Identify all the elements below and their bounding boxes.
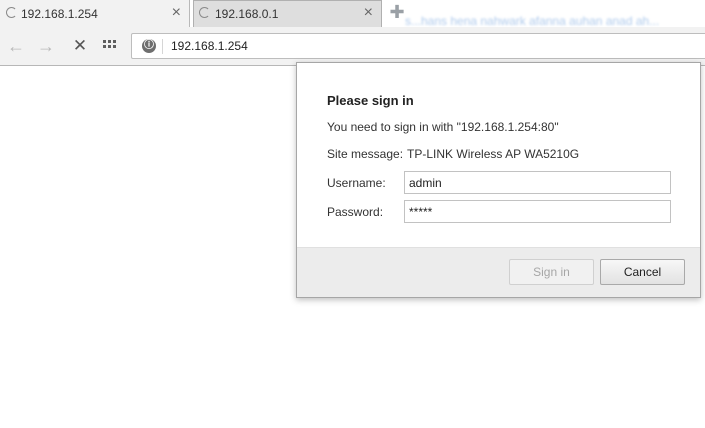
address-bar[interactable]: ⓘ 192.168.1.254: [131, 33, 705, 59]
stop-icon[interactable]: ✕: [71, 37, 89, 55]
sign-in-button[interactable]: Sign in: [509, 259, 594, 285]
tab-close-icon[interactable]: ×: [172, 5, 181, 21]
site-message: Site message: TP-LINK Wireless AP WA5210G: [327, 147, 583, 161]
loading-spinner-icon: [199, 7, 210, 18]
background-blur-text: s...hans hena nahwark afanna auhan anad …: [405, 14, 660, 26]
loading-spinner-icon: [6, 7, 17, 18]
tab-close-icon[interactable]: ×: [364, 5, 373, 21]
omnibox-divider: [162, 39, 163, 54]
tab-strip: 192.168.1.254 × 192.168.0.1 × ✚ s...hans…: [0, 0, 705, 27]
forward-arrow-icon[interactable]: →: [37, 37, 55, 55]
password-label: Password:: [327, 205, 384, 219]
tab-active[interactable]: 192.168.1.254 ×: [0, 0, 190, 27]
site-message-value: TP-LINK Wireless AP WA5210G: [407, 147, 580, 161]
new-tab-icon[interactable]: ✚: [389, 3, 405, 21]
dialog-footer: Sign in Cancel: [297, 247, 700, 297]
tab-inactive[interactable]: 192.168.0.1 ×: [193, 0, 382, 27]
browser-toolbar: ← → ✕ ⓘ 192.168.1.254: [0, 27, 705, 66]
sign-in-dialog: Please sign in You need to sign in with …: [296, 62, 701, 298]
password-field[interactable]: [404, 200, 671, 223]
dialog-title: Please sign in: [327, 93, 414, 108]
site-message-label: Site message:: [327, 147, 404, 161]
tab-title: 192.168.0.1: [215, 7, 279, 21]
username-field[interactable]: [404, 171, 671, 194]
apps-grid-icon[interactable]: [103, 40, 117, 54]
back-arrow-icon[interactable]: ←: [7, 37, 25, 55]
cancel-button[interactable]: Cancel: [600, 259, 685, 285]
username-label: Username:: [327, 176, 386, 190]
tab-title: 192.168.1.254: [21, 7, 98, 21]
globe-icon[interactable]: ⓘ: [142, 39, 156, 53]
url-text[interactable]: 192.168.1.254: [171, 39, 248, 53]
dialog-message: You need to sign in with "192.168.1.254:…: [327, 120, 559, 134]
